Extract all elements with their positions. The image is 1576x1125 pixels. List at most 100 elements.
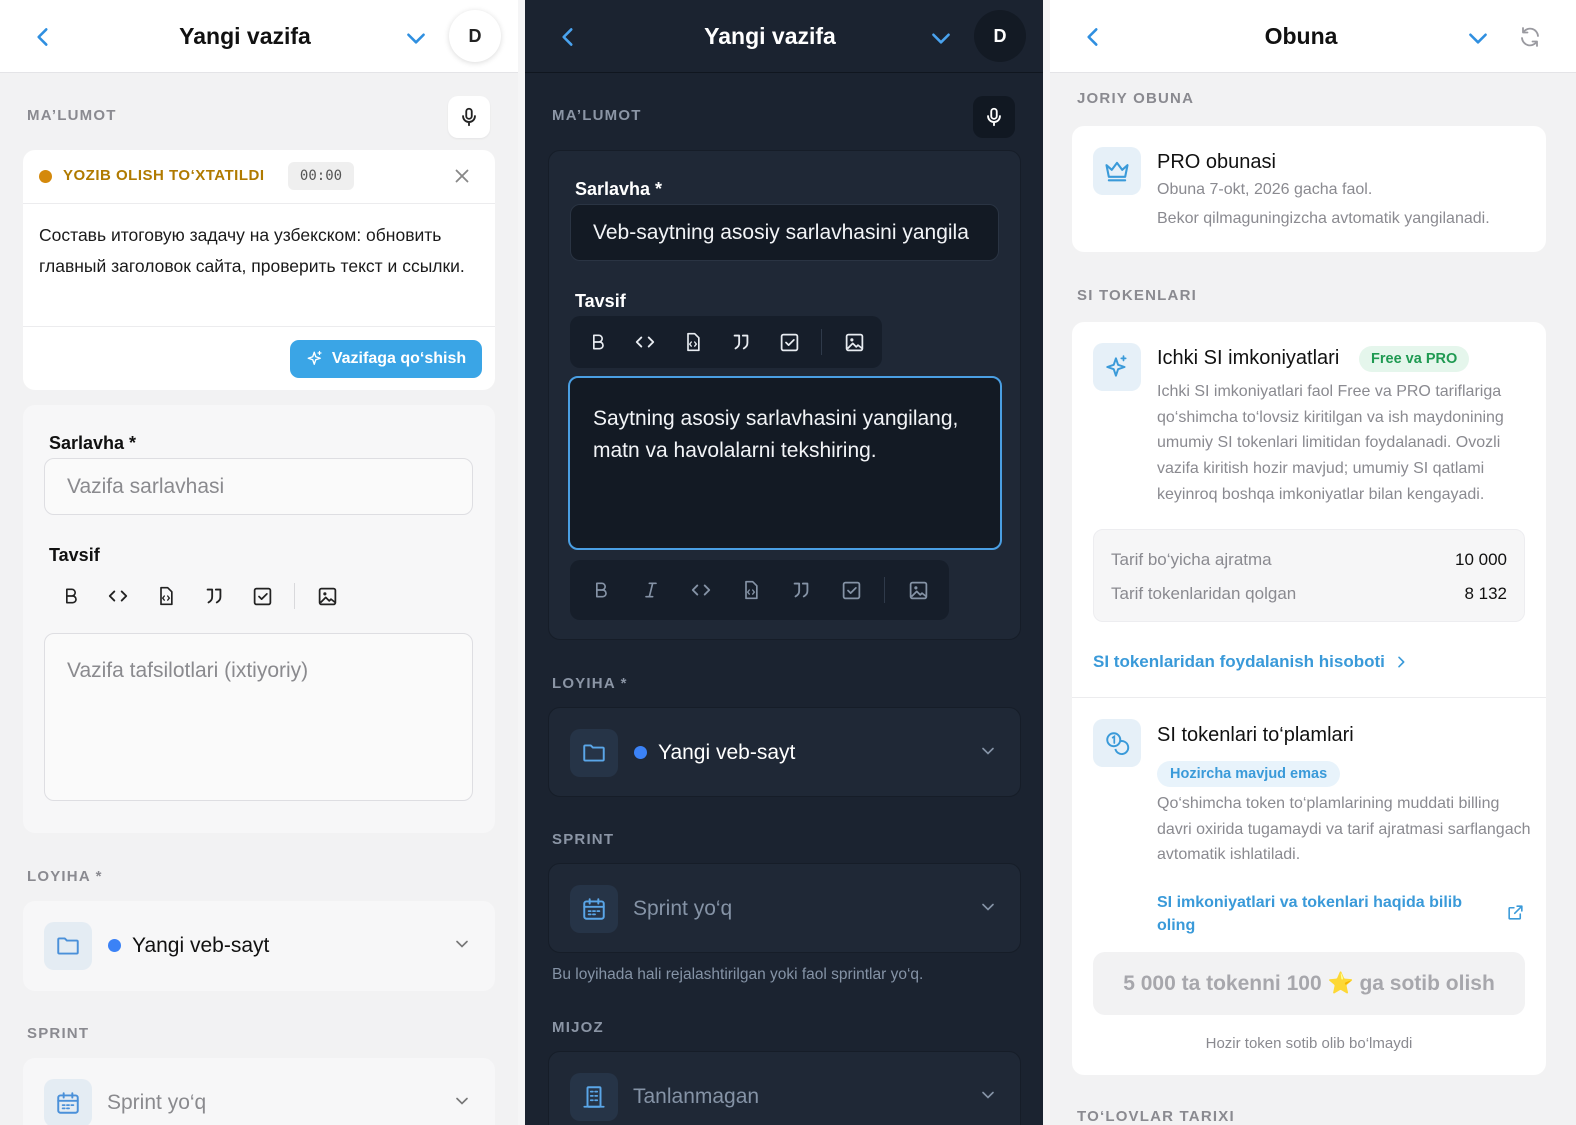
back-button[interactable] <box>1080 24 1106 50</box>
bold-button[interactable] <box>576 571 626 609</box>
code-icon <box>108 590 128 602</box>
title-input[interactable]: Vazifa sarlavhasi <box>44 458 473 515</box>
quote-button[interactable] <box>717 323 765 361</box>
code-block-button[interactable] <box>726 571 776 609</box>
code-button[interactable] <box>94 577 142 615</box>
avatar[interactable]: D <box>449 10 501 62</box>
code-button[interactable] <box>676 571 726 609</box>
code-button[interactable] <box>621 323 669 361</box>
plan-card: PRO obunasi Obuna 7-okt, 2026 gacha faol… <box>1072 126 1546 252</box>
sprint-icon-box <box>44 1079 92 1125</box>
sprint-value: Sprint yo‘q <box>107 1091 207 1114</box>
recording-card: YOZIB OLISH TO‘XTATILDI 00:00 Составь ит… <box>23 150 495 390</box>
checkbox-icon <box>253 587 271 605</box>
checkbox-icon <box>842 581 860 599</box>
microphone-button[interactable] <box>973 96 1015 138</box>
image-button[interactable] <box>893 571 943 609</box>
crown-icon <box>1105 161 1129 182</box>
back-button[interactable] <box>555 24 581 50</box>
internal-description: Ichki SI imkoniyatlari faol Free va PRO … <box>1157 383 1504 503</box>
section-current-label: JORIY OBUNA <box>1077 90 1195 107</box>
panel-separator <box>1043 0 1050 1125</box>
title-input[interactable]: Veb-saytning asosiy sarlavhasini yangila <box>570 204 999 261</box>
italic-icon <box>645 582 657 598</box>
toolbar-divider <box>294 583 295 609</box>
bold-icon <box>596 582 607 598</box>
buy-tokens-label: 5 000 ta tokenni 100 ⭐ ga sotib olish <box>1123 971 1495 995</box>
folder-icon <box>583 744 605 762</box>
bold-button[interactable] <box>47 577 94 615</box>
page-title: Obuna <box>1264 23 1338 49</box>
folder-icon <box>57 937 79 955</box>
dropdown-arrow <box>978 897 998 917</box>
close-recording-button[interactable] <box>451 165 473 187</box>
transcript-text: Составь итоговую задачу на узбекском: об… <box>39 225 465 276</box>
form-card: Sarlavha * Vazifa sarlavhasi Tavsif Vazi… <box>23 405 495 833</box>
section-client-label: MIJOZ <box>552 1019 604 1036</box>
toolbar-divider <box>821 329 822 355</box>
chevron-down-icon <box>932 33 950 44</box>
checklist-button[interactable] <box>826 571 876 609</box>
back-button[interactable] <box>30 24 56 50</box>
image-button[interactable] <box>303 577 351 615</box>
panel-separator <box>518 0 525 1125</box>
dark-task-form: Yangi vazifa D MA’LUMOT Sarlavha * Veb-s… <box>525 0 1043 1125</box>
description-label: Tavsif <box>49 545 100 565</box>
quote-icon <box>793 582 809 598</box>
buy-tokens-button[interactable]: 5 000 ta tokenni 100 ⭐ ga sotib olish <box>1093 952 1525 1015</box>
refresh-button[interactable] <box>1518 25 1544 51</box>
refresh-icon <box>1521 27 1539 47</box>
sprint-select[interactable]: Sprint yo‘q <box>23 1058 495 1125</box>
chevron-down-icon <box>982 747 994 755</box>
bold-button[interactable] <box>574 323 621 361</box>
back-icon <box>1087 28 1098 46</box>
project-select[interactable]: Yangi veb-sayt <box>23 901 495 991</box>
building-icon <box>583 1086 605 1108</box>
italic-button[interactable] <box>626 571 676 609</box>
quote-icon <box>206 588 222 604</box>
collapse-button[interactable] <box>403 25 429 51</box>
learn-more-label: SI imkoniyatlari va tokenlari haqida bil… <box>1157 894 1462 934</box>
add-to-task-button[interactable]: Vazifaga qo‘shish <box>290 340 482 378</box>
checklist-button[interactable] <box>238 577 286 615</box>
image-icon <box>909 581 927 599</box>
project-select[interactable]: Yangi veb-sayt <box>548 707 1021 797</box>
bundles-badge: Hozircha mavjud emas <box>1157 761 1341 787</box>
checklist-button[interactable] <box>765 323 813 361</box>
dropdown-arrow <box>452 934 472 954</box>
quote-button[interactable] <box>776 571 826 609</box>
image-button[interactable] <box>830 323 878 361</box>
sprint-select[interactable]: Sprint yo‘q <box>548 863 1021 953</box>
usage-report-link[interactable]: SI tokenlaridan foydalanish hisoboti <box>1093 652 1409 672</box>
code-block-button[interactable] <box>669 323 717 361</box>
collapse-button[interactable] <box>1465 25 1491 51</box>
header: Obuna <box>1050 0 1576 73</box>
project-value: Yangi veb-sayt <box>658 741 796 764</box>
description-textarea[interactable]: Saytning asosiy sarlavhasini yangilang, … <box>568 376 1002 550</box>
description-textarea[interactable]: Vazifa tafsilotlari (ixtiyoriy) <box>44 633 473 801</box>
section-sprint-label: SPRINT <box>27 1025 90 1042</box>
internal-icon-box <box>1093 343 1141 391</box>
section-info-label: MA’LUMOT <box>27 107 117 124</box>
project-color-dot <box>634 746 647 759</box>
collapse-button[interactable] <box>928 25 954 51</box>
chevron-down-icon <box>456 940 468 948</box>
code-icon <box>635 336 655 348</box>
form-card: Sarlavha * Veb-saytning asosiy sarlavhas… <box>548 150 1021 640</box>
title-placeholder: Vazifa sarlavhasi <box>67 475 225 498</box>
learn-more-link[interactable]: SI imkoniyatlari va tokenlari haqida bil… <box>1157 891 1527 937</box>
quote-button[interactable] <box>190 577 238 615</box>
coins-icon <box>1106 732 1130 756</box>
internal-title: Ichki SI imkoniyatlari <box>1157 347 1340 369</box>
calendar-icon <box>583 898 605 920</box>
client-select[interactable]: Tanlanmagan <box>548 1051 1021 1125</box>
plan-name: PRO obunasi <box>1157 151 1276 173</box>
avatar[interactable]: D <box>974 10 1026 62</box>
code-block-button[interactable] <box>142 577 190 615</box>
recording-status: YOZIB OLISH TO‘XTATILDI <box>63 167 265 184</box>
project-color-dot <box>108 939 121 952</box>
plan-renew: Bekor qilmaguningizcha avtomatik yangila… <box>1157 210 1490 227</box>
formatting-toolbar <box>47 577 351 615</box>
project-icon-box <box>44 922 92 970</box>
microphone-button[interactable] <box>448 96 490 138</box>
